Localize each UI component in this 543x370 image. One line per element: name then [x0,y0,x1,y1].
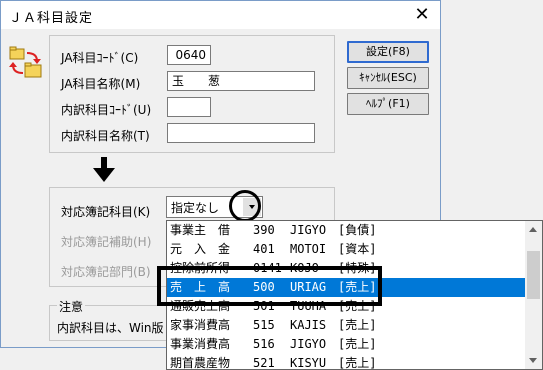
inner-name-field[interactable] [167,123,315,143]
inner-name-label: 内訳科目名称(T) [61,129,150,143]
title-bar: ＪＡ科目設定 ✕ [1,1,440,29]
annotation-circle [229,190,261,222]
ja-name-field[interactable]: 玉 葱 [167,71,315,91]
list-item[interactable]: 事業主 借 390 JIGYO [負債] [167,221,525,240]
scroll-up-icon[interactable] [525,221,542,238]
ja-name-label: JA科目名称(M) [61,77,141,91]
subject-mapping-value: 指定なし [171,201,220,215]
aux-mapping-label: 対応簿記補助(H) [61,235,152,249]
scroll-down-icon[interactable] [525,352,542,369]
subject-mapping-label: 対応簿記科目(K) [61,205,151,219]
list-item[interactable]: 期首農産物 521 KISYU [売上] [167,354,525,369]
list-item[interactable]: 事業消費高 516 JIGYO [売上] [167,335,525,354]
list-item[interactable]: 元 入 金 401 MOTOI [資本] [167,240,525,259]
cancel-button[interactable]: ｷｬﾝｾﾙ(ESC) [347,67,429,89]
ja-code-field[interactable]: 0640 [167,45,211,65]
note-title: 注意 [57,298,86,315]
inner-code-label: 内訳科目ｺｰﾄﾞ(U) [61,103,152,117]
close-icon[interactable]: ✕ [404,1,440,29]
note-text: 内訳科目は、Win版 [57,321,164,335]
annotation-highlight-box [157,266,382,306]
down-arrow-icon [93,157,115,182]
scroll-thumb[interactable] [527,251,540,299]
dropdown-scrollbar[interactable] [525,221,542,369]
inner-code-field[interactable] [167,97,211,117]
window-title: ＪＡ科目設定 [9,11,94,26]
help-button[interactable]: ﾍﾙﾌﾟ(F1) [347,93,429,115]
dept-mapping-label: 対応簿記部門(B) [61,265,151,279]
list-item[interactable]: 家事消費高 515 KAJIS [売上] [167,316,525,335]
settings-button[interactable]: 設定(F8) [347,41,429,63]
ja-code-label: JA科目ｺｰﾄﾞ(C) [61,51,139,65]
folder-swap-icon [9,46,42,78]
